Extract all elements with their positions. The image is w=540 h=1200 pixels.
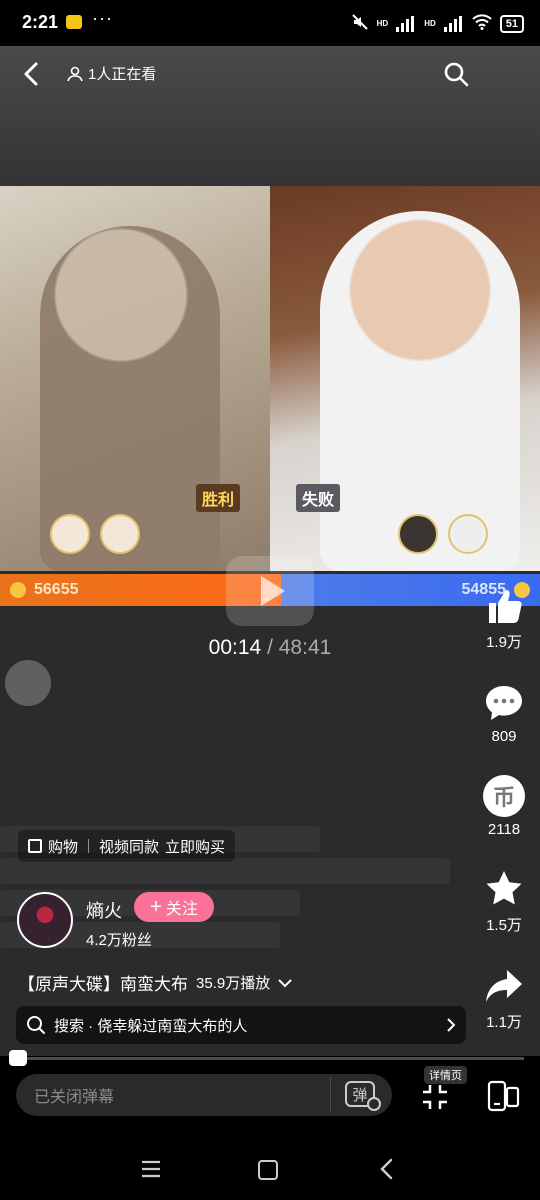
progress-track[interactable] xyxy=(16,1057,524,1060)
coin-icon: 币 xyxy=(483,775,525,817)
danmaku-toggle-glyph: 弹 xyxy=(352,1086,368,1104)
coin-button[interactable]: 币 2118 xyxy=(483,775,525,838)
portrait-mode-icon[interactable] xyxy=(485,1080,521,1112)
comment-count: 809 xyxy=(491,728,517,745)
viewers-count-label: 1人正在看 xyxy=(88,66,157,83)
follow-label: 关注 xyxy=(165,901,198,918)
follow-button[interactable]: + 关注 xyxy=(134,892,214,922)
play-count: 35.9万播放 xyxy=(196,975,271,992)
net-label-1: HD xyxy=(376,19,389,28)
play-overlay-icon xyxy=(226,556,314,626)
fans-count: 4.2万粉丝 xyxy=(86,932,152,949)
plus-icon: + xyxy=(150,896,162,918)
share-count: 1.1万 xyxy=(486,1014,522,1031)
shop-item-2: 视频同款 xyxy=(99,838,160,856)
signal-icon-2 xyxy=(443,15,464,32)
search-icon[interactable] xyxy=(442,60,470,88)
signal-icon-1 xyxy=(396,15,416,32)
status-icons: HD HD 51 xyxy=(351,13,524,34)
related-search-bar[interactable]: 搜索 · 侥幸躲过南蛮大布的人 xyxy=(16,1006,466,1044)
related-search-text: 搜索 · 侥幸躲过南蛮大布的人 xyxy=(54,1017,248,1035)
back-arrow-icon[interactable] xyxy=(18,60,46,88)
creator-name[interactable]: 熵火 xyxy=(86,897,122,923)
chevron-down-icon xyxy=(278,978,292,987)
like-button[interactable]: 1.9万 xyxy=(483,585,525,652)
floating-ball[interactable] xyxy=(5,660,51,706)
recent-apps-icon[interactable] xyxy=(140,1160,162,1178)
search-icon xyxy=(27,1016,45,1034)
share-icon xyxy=(486,970,522,1002)
net-label-2: HD xyxy=(424,19,436,28)
shop-item-3: 立即购买 xyxy=(165,838,226,856)
system-back-icon[interactable] xyxy=(378,1158,396,1180)
viewers-icon xyxy=(67,66,83,81)
coin-glyph: 币 xyxy=(492,785,515,810)
chevron-right-icon xyxy=(447,1018,456,1032)
thumbs-up-icon xyxy=(489,590,522,623)
video-title: 【原声大碟】南蛮大布 xyxy=(18,975,188,994)
favorite-count: 1.5万 xyxy=(486,917,522,934)
gift-avatar xyxy=(50,514,90,554)
danmaku-off-badge xyxy=(367,1097,381,1111)
share-button[interactable]: 1.1万 xyxy=(483,965,525,1032)
shop-strip[interactable]: 购物 视频同款 立即购买 xyxy=(18,830,236,862)
more-notifications-icon: ··· xyxy=(92,8,113,28)
video-title-row[interactable]: 【原声大碟】南蛮大布 35.9万播放 xyxy=(18,970,292,995)
progress-handle[interactable] xyxy=(9,1050,27,1066)
like-count: 1.9万 xyxy=(486,634,522,651)
shopping-bag-icon xyxy=(28,839,42,853)
status-time: 2:21 xyxy=(22,12,59,32)
mail-notification-icon xyxy=(66,15,82,29)
favorite-button[interactable]: 1.5万 xyxy=(483,868,525,935)
right-gift-avatars xyxy=(398,514,488,554)
gift-avatar xyxy=(398,514,438,554)
viewers-count: 1人正在看 xyxy=(66,63,156,84)
pk-lose-tag: 失败 xyxy=(296,484,341,512)
creator-avatar[interactable] xyxy=(17,892,73,948)
home-icon[interactable] xyxy=(258,1160,278,1180)
wifi-icon xyxy=(472,14,492,33)
current-time: 00:14 xyxy=(208,636,262,659)
pk-win-tag: 胜利 xyxy=(196,484,241,512)
comment-icon xyxy=(486,686,522,720)
video-player[interactable]: 胜利 失败 56655 54855 xyxy=(0,46,540,1056)
star-icon xyxy=(486,871,522,905)
status-bar: 2:21 ··· HD HD 51 xyxy=(0,0,540,46)
mute-icon xyxy=(351,13,369,34)
shop-divider xyxy=(88,839,90,853)
total-time: / 48:41 xyxy=(267,636,332,659)
battery-indicator: 51 xyxy=(499,14,524,33)
coin-icon xyxy=(10,582,26,598)
gift-avatar xyxy=(100,514,140,554)
pk-score-left-value: 56655 xyxy=(34,581,79,598)
coin-count: 2118 xyxy=(487,821,521,838)
action-column: 1.9万 809 币 2118 1.5万 1.1万 xyxy=(474,585,534,1062)
danmaku-placeholder: 已关闭弹幕 xyxy=(34,1089,115,1106)
playback-time: 00:14 / 48:41 xyxy=(0,636,540,660)
comment-button[interactable]: 809 xyxy=(483,682,525,745)
left-gift-avatars xyxy=(50,514,140,554)
danmaku-toggle-button[interactable]: 弹 xyxy=(330,1077,386,1113)
exit-fullscreen-icon[interactable] xyxy=(420,1082,450,1112)
gift-avatar xyxy=(448,514,488,554)
shop-item-1: 购物 xyxy=(48,838,79,856)
